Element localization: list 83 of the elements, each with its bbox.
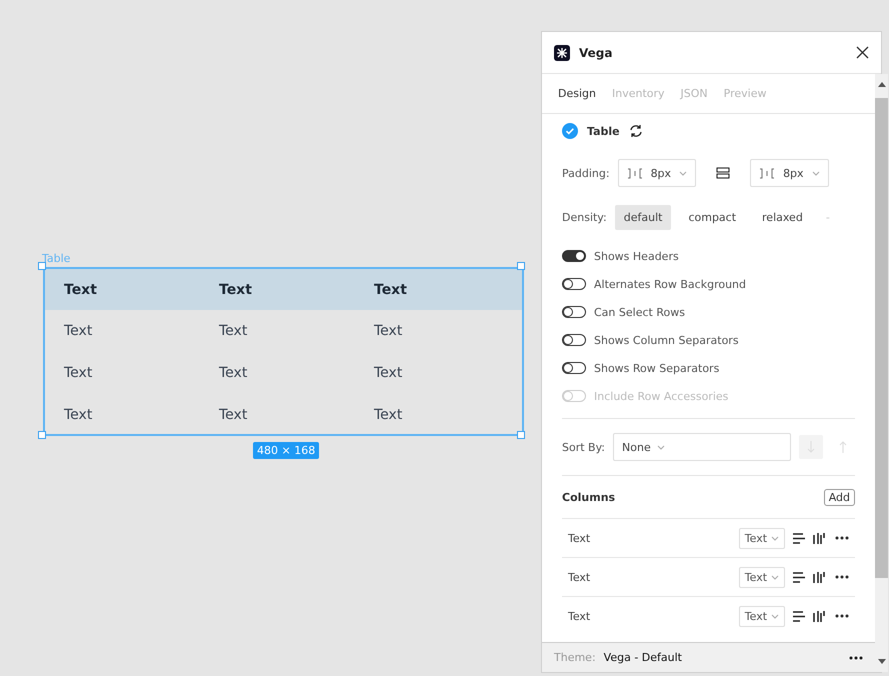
- align-left-icon[interactable]: [793, 610, 806, 622]
- chevron-down-icon: [679, 170, 688, 176]
- density-label: Density:: [562, 210, 607, 224]
- chevron-down-icon: [771, 614, 780, 618]
- rows-icon: [716, 167, 730, 179]
- size-badge: 480 × 168: [253, 442, 320, 459]
- theme-label: Theme:: [554, 651, 596, 664]
- verified-icon: [562, 123, 578, 139]
- scroll-down-icon[interactable]: [878, 659, 886, 664]
- header-cell: Text: [219, 282, 252, 298]
- separator-mark: -: [826, 210, 830, 224]
- density-option[interactable]: default: [614, 204, 672, 230]
- toggle-label: Alternates Row Background: [594, 278, 746, 290]
- toggle-switch[interactable]: [562, 334, 586, 346]
- resize-handle[interactable]: [38, 262, 46, 270]
- more-icon: [835, 575, 850, 579]
- logo-icon: [554, 44, 570, 60]
- column-type-select[interactable]: Text: [738, 566, 786, 588]
- more-button[interactable]: [835, 536, 850, 540]
- more-icon: [835, 536, 850, 540]
- toggle-label: Shows Headers: [594, 250, 679, 262]
- resize-handle[interactable]: [517, 431, 525, 439]
- scroll-up-icon[interactable]: [878, 82, 886, 87]
- resize-handle[interactable]: [517, 262, 525, 270]
- columns-icon[interactable]: [813, 532, 826, 544]
- columns-icon[interactable]: [813, 610, 826, 622]
- scroll-thumb[interactable]: [875, 98, 888, 578]
- more-button[interactable]: [849, 656, 864, 660]
- header-cell: Text: [374, 282, 407, 298]
- sort-label: Sort By:: [562, 440, 606, 454]
- column-name: Text: [568, 532, 592, 544]
- column-type-select[interactable]: Text: [738, 606, 786, 626]
- refresh-icon[interactable]: [628, 124, 643, 138]
- table-cell: Text: [374, 323, 402, 339]
- theme-value: Vega - Default: [604, 651, 683, 664]
- padding-icon: [759, 168, 776, 178]
- resize-handle[interactable]: [38, 431, 46, 439]
- horizontal-padding-select[interactable]: 8px: [618, 159, 696, 187]
- toggle-label: Shows Column Separators: [594, 334, 739, 346]
- table-cell: Text: [219, 323, 248, 339]
- columns-heading: Columns: [562, 490, 616, 504]
- sort-select[interactable]: None: [613, 433, 792, 461]
- padding-icon: [626, 168, 643, 178]
- table-cell: Text: [64, 365, 92, 381]
- toggle-label: Include Row Accessories: [594, 390, 728, 402]
- table-cell: Text: [64, 407, 92, 423]
- column-name: Text: [568, 610, 592, 622]
- header-cell: Text: [64, 282, 97, 298]
- more-button[interactable]: [835, 614, 850, 618]
- toggle-switch[interactable]: [562, 278, 586, 290]
- chevron-down-icon: [771, 536, 780, 540]
- table-cell: Text: [64, 323, 92, 339]
- toggle-switch[interactable]: [562, 250, 586, 262]
- chevron-down-icon: [812, 170, 820, 176]
- density-option[interactable]: relaxed: [753, 204, 812, 230]
- padding-label: Padding:: [562, 166, 610, 180]
- chevron-down-icon: [771, 574, 780, 580]
- align-left-icon[interactable]: [793, 532, 806, 544]
- component-name: Table: [587, 124, 620, 138]
- align-left-icon[interactable]: [793, 572, 806, 582]
- toggle-label: Shows Row Separators: [594, 362, 720, 374]
- tab[interactable]: Design: [558, 87, 596, 100]
- vertical-padding-select[interactable]: 8px: [750, 159, 829, 187]
- table-cell: Text: [219, 407, 248, 423]
- toggle-label: Can Select Rows: [594, 306, 685, 318]
- add-button[interactable]: Add: [824, 488, 856, 506]
- window-title: Vega: [579, 46, 614, 60]
- table-cell: Text: [374, 365, 402, 381]
- frame-label: Table: [42, 252, 70, 265]
- more-icon: [835, 614, 850, 618]
- chevron-down-icon: [656, 444, 665, 450]
- table-cell: Text: [219, 365, 248, 381]
- density-option[interactable]: compact: [679, 204, 746, 230]
- column-type-select[interactable]: Text: [738, 528, 786, 548]
- more-icon: [849, 656, 864, 660]
- table-cell: Text: [374, 407, 402, 423]
- columns-icon[interactable]: [813, 572, 826, 582]
- column-name: Text: [568, 570, 592, 584]
- table-frame[interactable]: Text Text Text Text Text Text Text Text Text Text Text Text: [43, 267, 524, 436]
- close-button[interactable]: [856, 46, 869, 59]
- toggle-switch[interactable]: [562, 306, 586, 318]
- toggle-switch[interactable]: [562, 362, 586, 374]
- more-button[interactable]: [835, 575, 850, 579]
